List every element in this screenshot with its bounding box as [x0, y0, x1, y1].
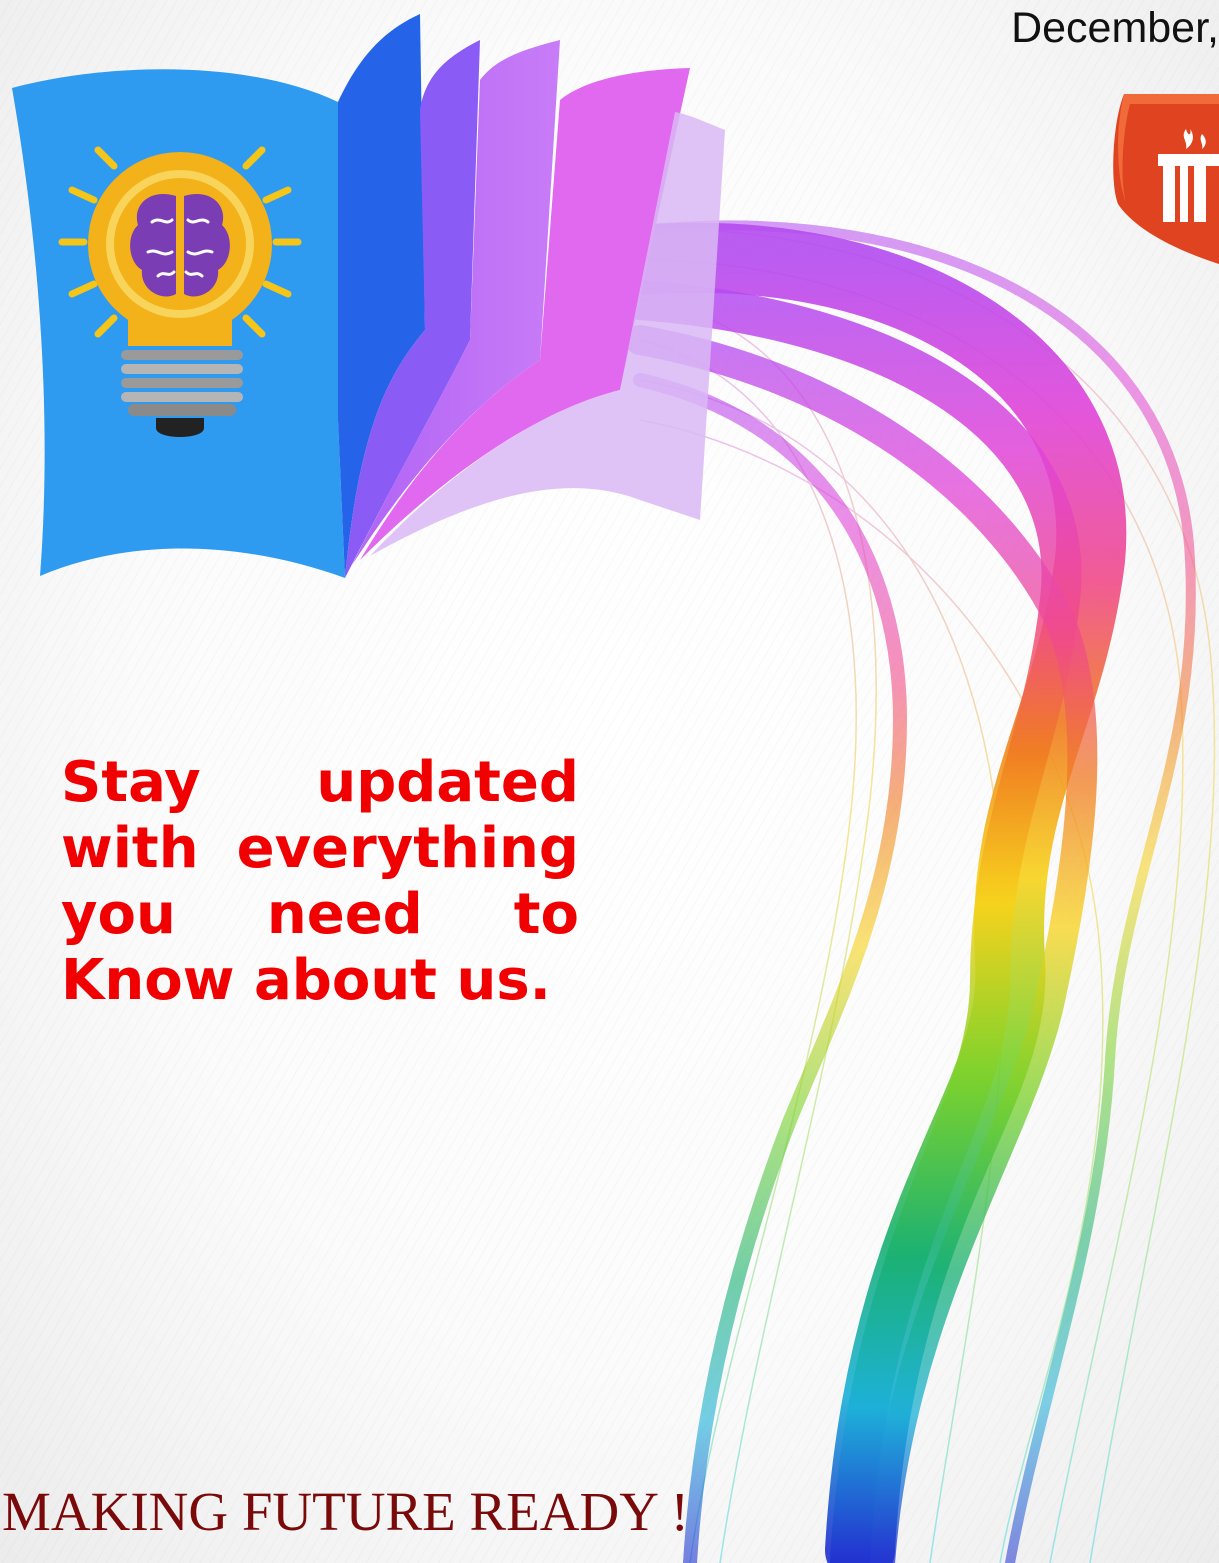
tagline-text: Stay updated with everything you need to…	[61, 750, 579, 1013]
date-header: December,	[1011, 4, 1219, 52]
institution-logo-icon	[1113, 94, 1219, 264]
rainbow-wave	[605, 220, 1196, 1563]
slogan-text: MAKING FUTURE READY !	[2, 1481, 689, 1542]
